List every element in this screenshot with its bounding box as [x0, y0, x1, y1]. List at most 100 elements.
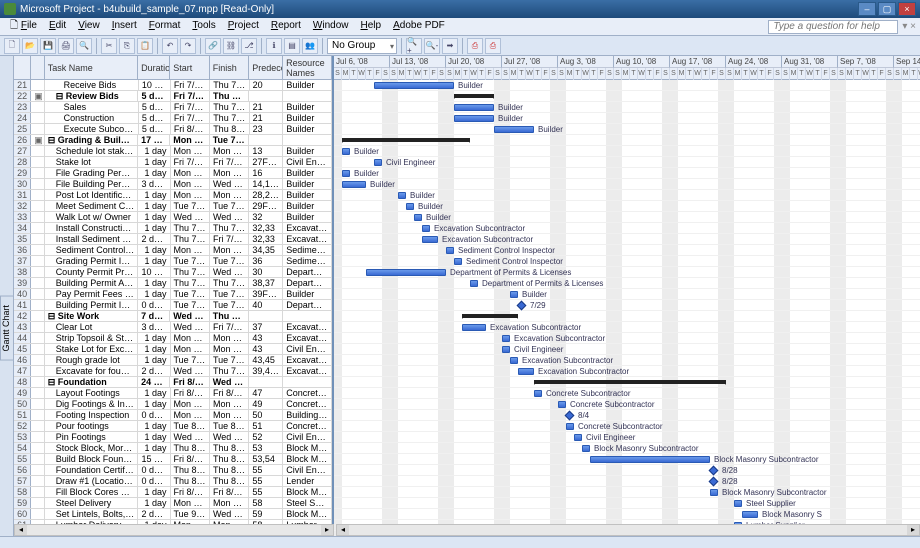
gantt-row[interactable]: Sediment Control Inspector — [334, 256, 920, 267]
assign-button[interactable]: 👥 — [302, 38, 318, 54]
table-row[interactable]: 23Sales5 daysFri 7/25/08Thu 7/31/0821Bui… — [14, 102, 332, 113]
gantt-row[interactable]: Concrete Subcontractor — [334, 421, 920, 432]
table-row[interactable]: 33Walk Lot w/ Owner1 dayWed 7/16/08Wed 7… — [14, 212, 332, 223]
gantt-row[interactable] — [334, 91, 920, 102]
table-row[interactable]: 53Pin Footings1 dayWed 8/6/08Wed 8/6/085… — [14, 432, 332, 443]
task-bar[interactable] — [565, 411, 575, 421]
task-bar[interactable] — [502, 335, 510, 342]
task-bar[interactable] — [398, 192, 406, 199]
gantt-row[interactable]: Block Masonry S — [334, 509, 920, 520]
table-row[interactable]: 45Stake Lot for Excavation1 dayMon 7/28/… — [14, 344, 332, 355]
table-row[interactable]: 48⊟ Foundation24 daysFri 8/1/08Wed 9/3/0… — [14, 377, 332, 388]
maximize-button[interactable]: ▢ — [878, 2, 896, 16]
table-row[interactable]: 57Draw #1 (Location Survey)0 daysThu 8/2… — [14, 476, 332, 487]
col-name[interactable]: Task Name — [45, 56, 138, 79]
col-info[interactable] — [31, 56, 45, 79]
gantt-row[interactable]: Steel Supplier — [334, 498, 920, 509]
group-combo[interactable]: No Group — [327, 38, 397, 54]
task-bar[interactable] — [462, 314, 518, 318]
help-search-input[interactable] — [768, 20, 898, 34]
save-button[interactable]: 💾 — [40, 38, 56, 54]
gantt-hscroll[interactable] — [336, 524, 920, 536]
gantt-row[interactable]: Concrete Subcontractor — [334, 388, 920, 399]
print-button[interactable]: 🖨 — [58, 38, 74, 54]
col-start[interactable]: Start — [170, 56, 210, 79]
gantt-row[interactable] — [334, 377, 920, 388]
task-bar[interactable] — [494, 126, 534, 133]
col-pred[interactable]: Predecessors — [249, 56, 283, 79]
menu-edit[interactable]: Edit — [43, 18, 72, 33]
task-bar[interactable] — [566, 423, 574, 430]
cut-button[interactable]: ✂ — [101, 38, 117, 54]
gantt-row[interactable]: Excavation Subcontractor — [334, 366, 920, 377]
gantt-row[interactable]: Excavation Subcontractor — [334, 234, 920, 245]
task-bar[interactable] — [558, 401, 566, 408]
table-row[interactable]: 30File Building Permit Application3 days… — [14, 179, 332, 190]
task-bar[interactable] — [422, 236, 438, 243]
menu-file[interactable]: 🗋 File — [4, 18, 43, 33]
gantt-row[interactable]: Civil Engineer — [334, 432, 920, 443]
menu-help[interactable]: Help — [355, 18, 388, 33]
gantt-row[interactable]: Builder — [334, 113, 920, 124]
close-button[interactable]: × — [898, 2, 916, 16]
gantt-row[interactable]: Civil Engineer — [334, 344, 920, 355]
table-row[interactable]: 43Clear Lot3 daysWed 7/23/08Fri 7/25/083… — [14, 322, 332, 333]
table-row[interactable]: 22▣⊟ Review Bids5 daysFri 7/25/08Thu 7/3… — [14, 91, 332, 102]
info-button[interactable]: ℹ — [266, 38, 282, 54]
copy-button[interactable]: ⎘ — [119, 38, 135, 54]
open-button[interactable]: 📂 — [22, 38, 38, 54]
table-row[interactable]: 37Grading Permit Issued1 dayTue 7/22/08T… — [14, 256, 332, 267]
task-bar[interactable] — [510, 291, 518, 298]
table-row[interactable]: 44Strip Topsoil & Stockpile1 dayMon 7/28… — [14, 333, 332, 344]
col-dur[interactable]: Duration — [138, 56, 170, 79]
menu-adobe-pdf[interactable]: Adobe PDF — [387, 18, 451, 33]
gantt-row[interactable]: Builder — [334, 289, 920, 300]
task-bar[interactable] — [510, 357, 518, 364]
task-bar[interactable] — [446, 247, 454, 254]
menu-report[interactable]: Report — [265, 18, 307, 33]
gantt-row[interactable]: Builder — [334, 124, 920, 135]
pdf2-button[interactable]: ⎙ — [485, 38, 501, 54]
gantt-chart[interactable]: Jul 6, '08SMTWTFSJul 13, '08SMTWTFSJul 2… — [334, 56, 920, 536]
gantt-row[interactable]: Block Masonry Subcontractor — [334, 487, 920, 498]
table-row[interactable]: 56Foundation Certification0 daysThu 8/28… — [14, 465, 332, 476]
paste-button[interactable]: 📋 — [137, 38, 153, 54]
task-bar[interactable] — [734, 500, 742, 507]
table-row[interactable]: 40Pay Permit Fees and Excise Taxe1 dayTu… — [14, 289, 332, 300]
table-row[interactable]: 54Stock Block, Mortar, Sand1 dayThu 8/7/… — [14, 443, 332, 454]
gantt-row[interactable]: Block Masonry Subcontractor — [334, 454, 920, 465]
task-bar[interactable] — [534, 390, 542, 397]
task-bar[interactable] — [454, 104, 494, 111]
table-row[interactable]: 58Fill Block Cores w/ Concrete1 dayFri 8… — [14, 487, 332, 498]
table-row[interactable]: 25Execute Subcontractor Agreeme5 daysFri… — [14, 124, 332, 135]
table-row[interactable]: 21Receive Bids10 daysFri 7/11/08Thu 7/24… — [14, 80, 332, 91]
gantt-row[interactable]: Excavation Subcontractor — [334, 223, 920, 234]
col-res[interactable]: Resource Names — [283, 56, 332, 79]
task-bar[interactable] — [454, 115, 494, 122]
col-finish[interactable]: Finish — [210, 56, 250, 79]
table-row[interactable]: 31Post Lot Identification1 dayMon 7/14/0… — [14, 190, 332, 201]
task-bar[interactable] — [342, 170, 350, 177]
pdf-button[interactable]: ⎙ — [467, 38, 483, 54]
table-row[interactable]: 41Building Permit Issued0 daysTue 7/29/0… — [14, 300, 332, 311]
gantt-row[interactable]: Builder — [334, 201, 920, 212]
gantt-row[interactable]: Excavation Subcontractor — [334, 322, 920, 333]
task-bar[interactable] — [422, 225, 430, 232]
table-row[interactable]: 50Dig Footings & Install Reinforcing1 da… — [14, 399, 332, 410]
table-row[interactable]: 27Schedule lot stake-out1 dayMon 7/7/08M… — [14, 146, 332, 157]
table-row[interactable]: 34Install Construction Entrance1 dayThu … — [14, 223, 332, 234]
menu-window[interactable]: Window — [307, 18, 355, 33]
gantt-row[interactable]: Builder — [334, 80, 920, 91]
split-button[interactable]: ⎇ — [241, 38, 257, 54]
table-row[interactable]: 35Install Sediment Controls2 daysThu 7/1… — [14, 234, 332, 245]
gantt-row[interactable]: 8/28 — [334, 476, 920, 487]
task-bar[interactable] — [534, 380, 726, 384]
task-bar[interactable] — [342, 148, 350, 155]
gantt-row[interactable]: Builder — [334, 190, 920, 201]
table-row[interactable]: 59Steel Delivery1 dayMon 9/1/08Mon 9/1/0… — [14, 498, 332, 509]
task-bar[interactable] — [454, 258, 462, 265]
table-row[interactable]: 42⊟ Site Work7 daysWed 7/23/08Thu 7/31/0… — [14, 311, 332, 322]
task-bar[interactable] — [366, 269, 446, 276]
menu-tools[interactable]: Tools — [186, 18, 221, 33]
task-bar[interactable] — [574, 434, 582, 441]
